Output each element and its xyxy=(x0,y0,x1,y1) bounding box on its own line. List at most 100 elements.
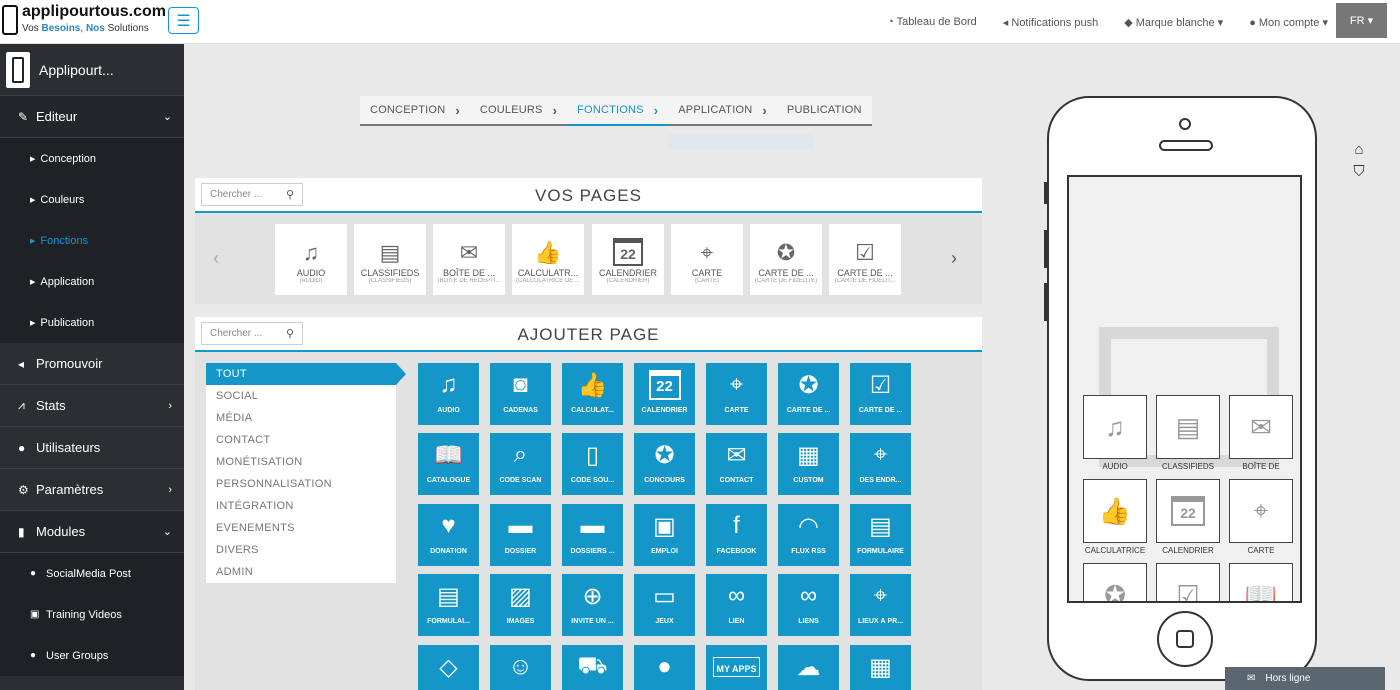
add-tile-row5-2[interactable]: ☺ xyxy=(490,645,551,690)
add-tile-audio[interactable]: ♫ AUDIO xyxy=(418,363,479,425)
step-couleurs[interactable]: COULEURS › xyxy=(470,96,567,124)
category-personnalisation[interactable]: PERSONNALISATION xyxy=(206,473,396,495)
preview-tile-map[interactable]: ⌖ xyxy=(1229,479,1293,543)
add-tile-row5-7[interactable]: ▦ xyxy=(850,645,911,690)
sidebar-sub-training-videos[interactable]: ▣ Training Videos xyxy=(0,594,184,635)
carousel-prev-icon[interactable]: ‹ xyxy=(213,248,219,269)
add-tile-code-scan[interactable]: ⌕ CODE SCAN xyxy=(490,433,551,495)
sidebar-app[interactable]: Applipourt... xyxy=(0,44,184,96)
add-tile-formulaire[interactable]: ▤ FORMULAIRE xyxy=(850,504,911,566)
preview-tile-inbox[interactable]: ✉ xyxy=(1229,395,1293,459)
add-tile-row5-6[interactable]: ☁ xyxy=(778,645,839,690)
add-tile-code-source[interactable]: ▯ CODE SOU... xyxy=(562,433,623,495)
preview-tile-loyalty[interactable]: ✪ xyxy=(1083,563,1147,601)
logo[interactable]: applipourtous.com Vos Besoins, Nos Solut… xyxy=(2,3,166,39)
language-select[interactable]: FR ▾ xyxy=(1336,3,1387,38)
sidebar-sub-fonctions[interactable]: ▶ Fonctions xyxy=(0,220,184,261)
add-tile-calculatrice[interactable]: 👍 CALCULAT... xyxy=(562,363,623,425)
preview-tile-audio[interactable]: ♫ xyxy=(1083,395,1147,459)
add-tile-row5-4[interactable]: ● xyxy=(634,645,695,690)
add-tile-facebook[interactable]: f FACEBOOK xyxy=(706,504,767,566)
add-tile-images[interactable]: ▨ IMAGES xyxy=(490,574,551,636)
page-card-map[interactable]: ⌖ CARTE (CARTE) xyxy=(671,224,743,295)
chat-status-bar[interactable]: ✉ Hors ligne xyxy=(1225,667,1385,690)
sidebar-sub-couleurs[interactable]: ▶ Couleurs xyxy=(0,179,184,220)
thumbs-up-icon: 👍 xyxy=(534,240,562,265)
category-contact[interactable]: CONTACT xyxy=(206,429,396,451)
menu-toggle-button[interactable]: ☰ xyxy=(168,7,199,34)
step-application[interactable]: APPLICATION › xyxy=(668,96,777,124)
page-card-loyalty-2[interactable]: ☑ CARTE DE ... (CARTE DE FIDELIT... xyxy=(829,224,901,295)
preview-tile-classifieds[interactable]: ▤ xyxy=(1156,395,1220,459)
page-card-calendar[interactable]: 22 CALENDRIER (CALENDRIER) xyxy=(592,224,664,295)
add-tile-lieux[interactable]: ⌖ LIEUX À PR... xyxy=(850,574,911,636)
category-evenements[interactable]: EVENEMENTS xyxy=(206,517,396,539)
sidebar-sub-publication[interactable]: ▶ Publication xyxy=(0,302,184,343)
category-divers[interactable]: DIVERS xyxy=(206,539,396,561)
preview-tile-calendar[interactable]: 22 xyxy=(1156,479,1220,543)
sidebar-item-stats[interactable]: ⩘ Stats › xyxy=(0,385,184,427)
add-tile-lien[interactable]: ∞ LIEN xyxy=(706,574,767,636)
add-tile-invite[interactable]: ⊕ INVITE UN ... xyxy=(562,574,623,636)
add-tile-calendrier[interactable]: 22 CALENDRIER xyxy=(634,363,695,425)
add-tile-emploi[interactable]: ▣ EMPLOI xyxy=(634,504,695,566)
add-tile-catalogue[interactable]: 📖 CATALOGUE xyxy=(418,433,479,495)
page-card-classifieds[interactable]: ▤ CLASSIFIEDS (CLASSIFIEDS) xyxy=(354,224,426,295)
nav-dashboard[interactable]: ◔ Tableau de Bord xyxy=(887,16,977,28)
add-tile-dossiers[interactable]: ▬ DOSSIERS ... xyxy=(562,504,623,566)
sidebar-sub-application[interactable]: ▶ Application xyxy=(0,261,184,302)
add-tile-dossier[interactable]: ▬ DOSSIER xyxy=(490,504,551,566)
sidebar-sub-socialmedia-post[interactable]: ● SocialMedia Post xyxy=(0,553,184,594)
category-integration[interactable]: INTÉGRATION xyxy=(206,495,396,517)
add-tile-row5-3[interactable]: ⛟ xyxy=(562,645,623,690)
add-tile-contact[interactable]: ✉ CONTACT xyxy=(706,433,767,495)
category-admin[interactable]: ADMIN xyxy=(206,561,396,583)
apple-icon[interactable] xyxy=(1350,94,1368,116)
sidebar-item-utilisateurs[interactable]: ● Utilisateurs xyxy=(0,427,184,469)
clipboard-icon: ▤ xyxy=(869,512,892,540)
sidebar-sub-user-groups[interactable]: ● User Groups xyxy=(0,635,184,676)
add-tile-row5-5[interactable]: MY APPS xyxy=(706,645,767,690)
preview-tile-calculator[interactable]: 👍 xyxy=(1083,479,1147,543)
add-tile-flux-rss[interactable]: ◠ FLUX RSS xyxy=(778,504,839,566)
preview-tile-loyalty-2[interactable]: ☑ xyxy=(1156,563,1220,601)
sidebar-item-modules[interactable]: ▮ Modules ⌄ xyxy=(0,511,184,553)
step-fonctions[interactable]: FONCTIONS › xyxy=(567,96,669,126)
sidebar-sub-conception[interactable]: ▶ Conception xyxy=(0,138,184,179)
add-tile-carte-fidelite-2[interactable]: ☑ CARTE DE ... xyxy=(850,363,911,425)
add-tile-liens[interactable]: ∞ LIENS xyxy=(778,574,839,636)
add-tile-formulaire-2[interactable]: ▤ FORMULAI... xyxy=(418,574,479,636)
html5-icon[interactable]: ⛉ xyxy=(1350,160,1368,182)
step-conception[interactable]: CONCEPTION › xyxy=(360,96,470,124)
sidebar-item-promouvoir[interactable]: ◂ Promouvoir xyxy=(0,343,184,385)
page-card-loyalty[interactable]: ✪ CARTE DE ... (CARTE DE FIDELITE) xyxy=(750,224,822,295)
category-monetisation[interactable]: MONÉTISATION xyxy=(206,451,396,473)
nav-white-label[interactable]: ◆ Marque blanche ▾ xyxy=(1124,16,1223,29)
sidebar-item-parametres[interactable]: ⚙ Paramètres › xyxy=(0,469,184,511)
sidebar-item-editeur[interactable]: ✎ Editeur ⌄ xyxy=(0,96,184,138)
category-tout[interactable]: TOUT xyxy=(206,363,406,385)
add-tile-carte-fidelite[interactable]: ✪ CARTE DE ... xyxy=(778,363,839,425)
add-tile-donation[interactable]: ♥ DONATION xyxy=(418,504,479,566)
page-card-inbox[interactable]: ✉ BOÎTE DE ... (BOITE DE RECEPTI... xyxy=(433,224,505,295)
carousel-next-icon[interactable]: › xyxy=(951,248,957,269)
add-tile-concours[interactable]: ✪ CONCOURS xyxy=(634,433,695,495)
add-tile-des-endroits[interactable]: ⌖ DES ENDR... xyxy=(850,433,911,495)
nav-my-account[interactable]: ● Mon compte ▾ xyxy=(1249,16,1328,29)
category-social[interactable]: SOCIAL xyxy=(206,385,396,407)
preview-tile-catalogue[interactable]: 📖 xyxy=(1229,563,1293,601)
nav-push-notifications[interactable]: ◂ Notifications push xyxy=(1003,16,1098,29)
page-card-audio[interactable]: ♫ AUDIO (AUDIO) xyxy=(275,224,347,295)
add-tile-custom[interactable]: ▦ CUSTOM xyxy=(778,433,839,495)
bullhorn-icon: ◂ xyxy=(18,356,25,371)
add-tile-cadenas[interactable]: ◙ CADENAS xyxy=(490,363,551,425)
add-tile-row5-1[interactable]: ◇ xyxy=(418,645,479,690)
apple-ios6-icon[interactable] xyxy=(1350,116,1368,138)
cloud-icon: ☁ xyxy=(796,653,821,681)
page-card-calculator[interactable]: 👍 CALCULATR... (CALCULATRICE DE ... xyxy=(512,224,584,295)
step-publication[interactable]: PUBLICATION xyxy=(777,96,872,124)
add-tile-carte[interactable]: ⌖ CARTE xyxy=(706,363,767,425)
add-tile-jeux[interactable]: ▭ JEUX xyxy=(634,574,695,636)
android-icon[interactable]: ⌂ xyxy=(1350,138,1368,160)
category-media[interactable]: MÉDIA xyxy=(206,407,396,429)
